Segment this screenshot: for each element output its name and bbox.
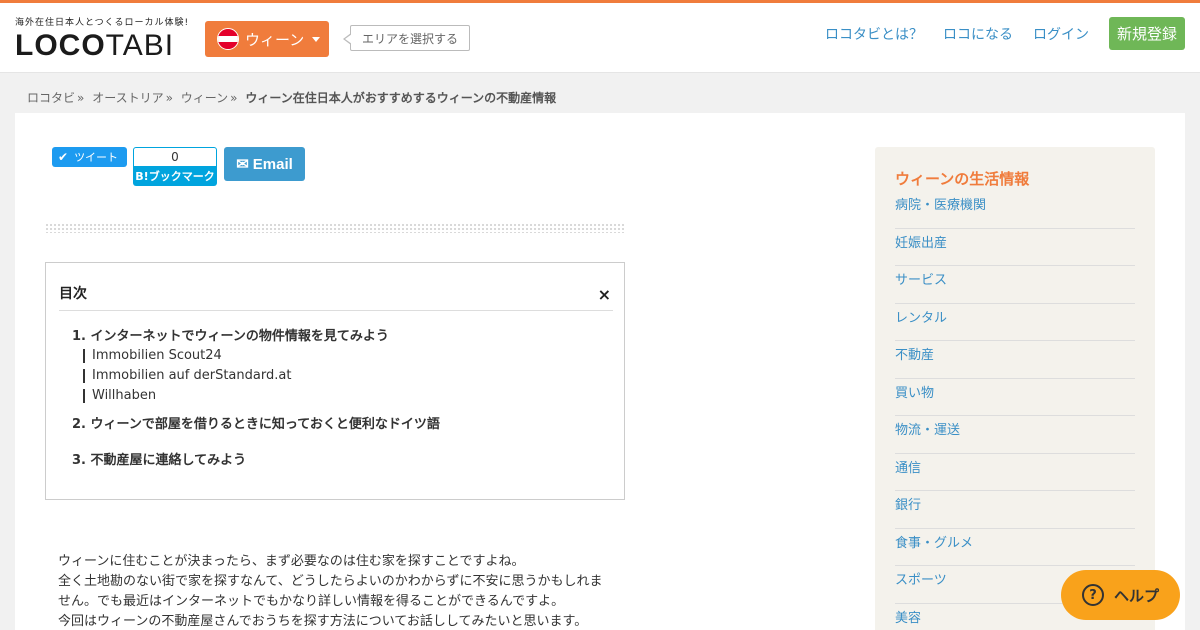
nav-about[interactable]: ロコタビとは？ xyxy=(825,24,923,44)
article-line: せん。でも最近はインターネットでもかなり詳しい情報を得ることができるんですよ。 xyxy=(58,594,565,609)
toc-item[interactable]: 1. インターネットでウィーンの物件情報を見てみよう Immobilien Sc… xyxy=(72,325,612,403)
article-line: 全く土地勘のない街で家を探すなんて、どうしたらよいのかわからずに不安に思うかもし… xyxy=(58,574,603,589)
article-line: ウィーンに住むことが決まったら、まず必要なのは住む家を探すことですよね。 xyxy=(58,554,525,569)
article-intro: ウィーンに住むことが決まったら、まず必要なのは住む家を探すことですよね。 全く土… xyxy=(58,552,618,630)
help-button[interactable]: ? ヘルプ xyxy=(1061,570,1180,620)
sidebar-item-bank[interactable]: 銀行 xyxy=(895,491,1135,529)
toc-subitem[interactable]: Immobilien auf derStandard.at xyxy=(83,369,612,383)
toc-item[interactable]: 3. 不動産屋に連絡してみよう xyxy=(72,449,612,468)
sidebar-title: ウィーンの生活情報 xyxy=(895,170,1030,188)
twitter-bird-icon: ✔ xyxy=(58,150,69,164)
logo-wordmark: LOCOTABI xyxy=(15,29,175,62)
sidebar-item-telecom[interactable]: 通信 xyxy=(895,454,1135,491)
nav-login[interactable]: ログイン xyxy=(1033,24,1089,44)
sidebar-item-pregnancy[interactable]: 妊娠出産 xyxy=(895,229,1135,266)
envelope-icon: ✉ xyxy=(236,156,249,173)
table-of-contents: 目次 × 1. インターネットでウィーンの物件情報を見てみよう Immobili… xyxy=(45,262,625,500)
toc-header: 目次 × xyxy=(59,283,613,311)
site-logo[interactable]: 海外在住日本人とつくるローカル体験! LOCOTABI xyxy=(15,15,195,61)
toc-list: 1. インターネットでウィーンの物件情報を見てみよう Immobilien Sc… xyxy=(72,325,612,476)
share-buttons: ✔ ツイート 0 B!ブックマーク ✉ Email xyxy=(52,147,305,186)
chevron-down-icon xyxy=(312,36,321,42)
breadcrumb-city[interactable]: ウィーン xyxy=(181,91,228,105)
hatena-count: 0 xyxy=(133,147,217,167)
sidebar-item-shopping[interactable]: 買い物 xyxy=(895,379,1135,416)
sidebar-life-info: ウィーンの生活情報 病院・医療機関 妊娠出産 サービス レンタル 不動産 買い物… xyxy=(875,147,1155,630)
sidebar-item-rental[interactable]: レンタル xyxy=(895,304,1135,341)
breadcrumb-current: ウィーン在住日本人がおすすめするウィーンの不動産情報 xyxy=(245,91,557,105)
toc-item[interactable]: 2. ウィーンで部屋を借りるときに知っておくと便利なドイツ語 xyxy=(72,413,612,432)
city-label: ウィーン xyxy=(245,30,305,49)
signup-button[interactable]: 新規登録 xyxy=(1108,17,1185,50)
toc-close-icon[interactable]: × xyxy=(598,285,611,304)
austria-flag-icon xyxy=(217,28,239,50)
sidebar-item-real-estate[interactable]: 不動産 xyxy=(895,341,1135,379)
toc-sublist: Immobilien Scout24 Immobilien auf derSta… xyxy=(83,349,612,403)
article-line: 今回はウィーンの不動産屋さんでおうちを探す方法についてお話ししてみたいと思います… xyxy=(58,614,588,629)
breadcrumb-country[interactable]: オーストリア xyxy=(92,91,163,105)
sidebar-list: 病院・医療機関 妊娠出産 サービス レンタル 不動産 買い物 物流・運送 通信 … xyxy=(895,191,1135,630)
nav-become-loco[interactable]: ロコになる xyxy=(943,24,1013,44)
question-icon: ? xyxy=(1081,584,1104,606)
toc-title: 目次 xyxy=(59,286,87,302)
hatena-bookmark-button[interactable]: 0 B!ブックマーク xyxy=(133,147,217,186)
tweet-button[interactable]: ✔ ツイート xyxy=(52,147,127,167)
logo-tagline: 海外在住日本人とつくるローカル体験! xyxy=(15,18,190,28)
dotted-divider xyxy=(45,223,625,233)
toc-subitem[interactable]: Willhaben xyxy=(83,389,612,403)
hatena-label: B!ブックマーク xyxy=(133,167,217,186)
breadcrumb-home[interactable]: ロコタビ xyxy=(27,91,75,105)
email-share-button[interactable]: ✉ Email xyxy=(224,147,305,181)
header-nav: ロコタビとは？ ロコになる ログイン 新規登録 xyxy=(805,17,1185,50)
sidebar-item-service[interactable]: サービス xyxy=(895,266,1135,304)
city-selector-button[interactable]: ウィーン xyxy=(205,21,329,57)
sidebar-item-hospital[interactable]: 病院・医療機関 xyxy=(895,191,1135,229)
sidebar-item-food[interactable]: 食事・グルメ xyxy=(895,529,1135,566)
breadcrumb: ロコタビ» オーストリア» ウィーン» ウィーン在住日本人がおすすめするウィーン… xyxy=(27,91,557,105)
area-select-button[interactable]: エリアを選択する xyxy=(343,25,470,51)
sidebar-item-logistics[interactable]: 物流・運送 xyxy=(895,416,1135,454)
toc-subitem[interactable]: Immobilien Scout24 xyxy=(83,349,612,363)
site-header: 海外在住日本人とつくるローカル体験! LOCOTABI ウィーン エリアを選択す… xyxy=(0,3,1200,73)
